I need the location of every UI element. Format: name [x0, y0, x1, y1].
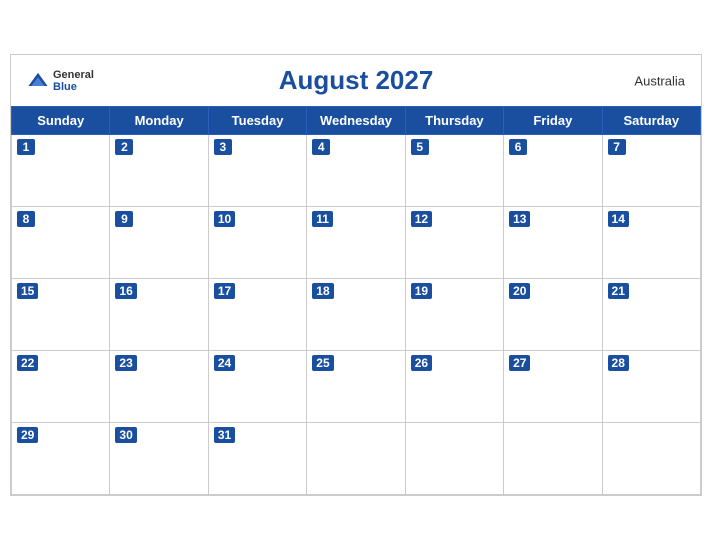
date-number: 14	[608, 211, 629, 227]
calendar-cell: 14	[602, 207, 700, 279]
weekday-sunday: Sunday	[12, 107, 110, 135]
date-number: 18	[312, 283, 333, 299]
calendar-cell: 7	[602, 135, 700, 207]
calendar-cell: 3	[208, 135, 306, 207]
calendar-cell: 20	[504, 279, 602, 351]
logo-area: General Blue	[27, 68, 94, 92]
calendar-cell: 8	[12, 207, 110, 279]
date-number: 25	[312, 355, 333, 371]
date-number: 1	[17, 139, 35, 155]
date-number: 24	[214, 355, 235, 371]
calendar-weekdays: Sunday Monday Tuesday Wednesday Thursday…	[12, 107, 701, 135]
date-number: 10	[214, 211, 235, 227]
calendar-cell	[504, 423, 602, 495]
date-number: 12	[411, 211, 432, 227]
calendar-cell: 30	[110, 423, 208, 495]
calendar-cell: 4	[307, 135, 405, 207]
calendar-cell: 22	[12, 351, 110, 423]
calendar-cell: 15	[12, 279, 110, 351]
calendar-cell: 17	[208, 279, 306, 351]
calendar-week-row: 22 23 24 25 26 27 28	[12, 351, 701, 423]
date-number: 11	[312, 211, 333, 227]
calendar-cell: 2	[110, 135, 208, 207]
date-number: 29	[17, 427, 38, 443]
date-number: 21	[608, 283, 629, 299]
calendar-cell: 18	[307, 279, 405, 351]
date-number: 5	[411, 139, 429, 155]
calendar-cell: 29	[12, 423, 110, 495]
date-number: 20	[509, 283, 530, 299]
weekday-tuesday: Tuesday	[208, 107, 306, 135]
calendar-cell: 11	[307, 207, 405, 279]
calendar-grid: Sunday Monday Tuesday Wednesday Thursday…	[11, 106, 701, 495]
date-number: 4	[312, 139, 330, 155]
date-number: 8	[17, 211, 35, 227]
calendar-cell: 26	[405, 351, 503, 423]
date-number: 13	[509, 211, 530, 227]
weekday-saturday: Saturday	[602, 107, 700, 135]
calendar-cell	[602, 423, 700, 495]
date-number: 2	[115, 139, 133, 155]
calendar-cell: 9	[110, 207, 208, 279]
date-number: 30	[115, 427, 136, 443]
calendar-cell	[405, 423, 503, 495]
calendar-cell: 28	[602, 351, 700, 423]
weekday-friday: Friday	[504, 107, 602, 135]
date-number: 26	[411, 355, 432, 371]
calendar-cell	[307, 423, 405, 495]
calendar-week-row: 29 30 31	[12, 423, 701, 495]
calendar-cell: 13	[504, 207, 602, 279]
calendar-cell: 27	[504, 351, 602, 423]
date-number: 6	[509, 139, 527, 155]
date-number: 17	[214, 283, 235, 299]
date-number: 7	[608, 139, 626, 155]
calendar-container: General Blue August 2027 Australia Sunda…	[10, 54, 702, 496]
logo-bird-icon	[27, 70, 49, 92]
calendar-body: 1234567891011121314151617181920212223242…	[12, 135, 701, 495]
date-number: 31	[214, 427, 235, 443]
calendar-week-row: 8 9 10 11 12 13 14	[12, 207, 701, 279]
calendar-cell: 25	[307, 351, 405, 423]
weekday-wednesday: Wednesday	[307, 107, 405, 135]
date-number: 27	[509, 355, 530, 371]
weekday-row: Sunday Monday Tuesday Wednesday Thursday…	[12, 107, 701, 135]
calendar-week-row: 15 16 17 18 19 20 21	[12, 279, 701, 351]
calendar-week-row: 1 2 3 4 5 6 7	[12, 135, 701, 207]
calendar-cell: 16	[110, 279, 208, 351]
date-number: 3	[214, 139, 232, 155]
calendar-header: General Blue August 2027 Australia	[11, 55, 701, 106]
calendar-cell: 6	[504, 135, 602, 207]
date-number: 16	[115, 283, 136, 299]
date-number: 23	[115, 355, 136, 371]
country-label: Australia	[634, 73, 685, 88]
weekday-monday: Monday	[110, 107, 208, 135]
logo-general: General	[53, 68, 94, 80]
calendar-cell: 5	[405, 135, 503, 207]
calendar-cell: 10	[208, 207, 306, 279]
calendar-cell: 19	[405, 279, 503, 351]
date-number: 9	[115, 211, 133, 227]
date-number: 19	[411, 283, 432, 299]
calendar-title: August 2027	[279, 65, 434, 96]
logo-blue: Blue	[53, 81, 94, 93]
calendar-cell: 24	[208, 351, 306, 423]
calendar-cell: 23	[110, 351, 208, 423]
date-number: 28	[608, 355, 629, 371]
calendar-cell: 21	[602, 279, 700, 351]
calendar-cell: 12	[405, 207, 503, 279]
calendar-cell: 31	[208, 423, 306, 495]
date-number: 22	[17, 355, 38, 371]
logo-text: General Blue	[53, 68, 94, 92]
date-number: 15	[17, 283, 38, 299]
weekday-thursday: Thursday	[405, 107, 503, 135]
calendar-cell: 1	[12, 135, 110, 207]
